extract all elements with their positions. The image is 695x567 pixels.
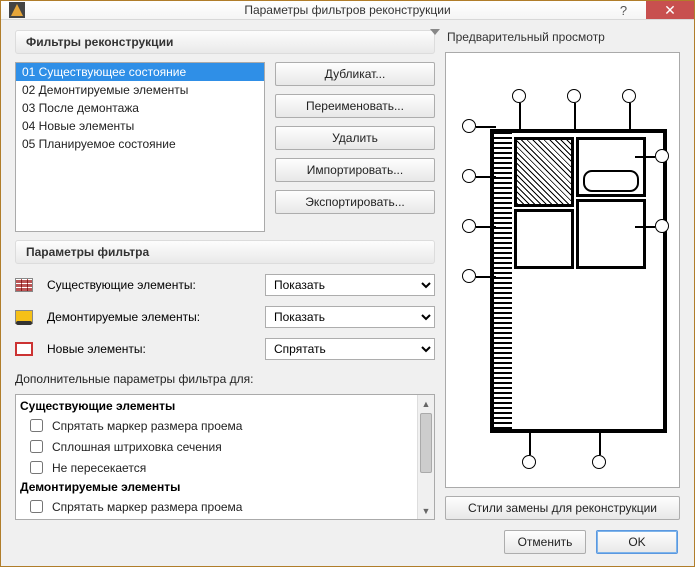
new-icon xyxy=(15,342,33,356)
extra-option-label: Не пересекается xyxy=(52,461,146,475)
demolished-select[interactable]: ПоказатьСпрятатьПереопределить xyxy=(265,306,435,328)
dialog-body: Фильтры реконструкции 01 Существующее со… xyxy=(1,20,694,566)
param-grid: Существующие элементы: ПоказатьСпрятатьП… xyxy=(15,274,435,360)
preview-label: Предварительный просмотр xyxy=(445,30,680,44)
window-controls: ? ✕ xyxy=(601,1,694,19)
duplicate-button[interactable]: Дубликат... xyxy=(275,62,435,86)
new-select[interactable]: ПоказатьСпрятатьПереопределить xyxy=(265,338,435,360)
cancel-button[interactable]: Отменить xyxy=(504,530,586,554)
filter-list-item[interactable]: 05 Планируемое состояние xyxy=(16,135,264,153)
scroll-thumb[interactable] xyxy=(420,413,432,473)
demolished-label: Демонтируемые элементы: xyxy=(47,310,257,324)
titlebar: Параметры фильтров реконструкции ? ✕ xyxy=(1,1,694,20)
existing-icon xyxy=(15,278,33,292)
app-icon xyxy=(9,2,25,18)
filters-row: 01 Существующее состояние02 Демонтируемы… xyxy=(15,62,435,232)
ok-button[interactable]: OK xyxy=(596,530,678,554)
extra-option-label: Спрятать маркер размера проема xyxy=(52,500,242,514)
extra-option-checkbox[interactable] xyxy=(30,440,43,453)
floorplan-graphic xyxy=(452,59,673,481)
extra-header: Дополнительные параметры фильтра для: xyxy=(15,372,435,386)
filter-buttons-column: Дубликат... Переименовать... Удалить Имп… xyxy=(275,62,435,232)
help-button[interactable]: ? xyxy=(601,1,646,19)
filter-list-item[interactable]: 02 Демонтируемые элементы xyxy=(16,81,264,99)
import-button[interactable]: Импортировать... xyxy=(275,158,435,182)
existing-label: Существующие элементы: xyxy=(47,278,257,292)
extra-option[interactable]: Не пересекается xyxy=(20,457,430,478)
filter-list[interactable]: 01 Существующее состояние02 Демонтируемы… xyxy=(15,62,265,232)
export-button[interactable]: Экспортировать... xyxy=(275,190,435,214)
override-styles-button[interactable]: Стили замены для реконструкции xyxy=(445,496,680,520)
delete-button[interactable]: Удалить xyxy=(275,126,435,150)
extra-option-checkbox[interactable] xyxy=(30,419,43,432)
group-header-filters: Фильтры реконструкции xyxy=(15,30,435,54)
existing-select[interactable]: ПоказатьСпрятатьПереопределить xyxy=(265,274,435,296)
extra-section-title: Существующие элементы xyxy=(20,397,430,415)
right-column: Предварительный просмотр xyxy=(445,30,680,520)
filter-list-item[interactable]: 03 После демонтажа xyxy=(16,99,264,117)
left-column: Фильтры реконструкции 01 Существующее со… xyxy=(15,30,435,520)
scroll-down-icon[interactable]: ▼ xyxy=(418,502,434,519)
extra-option-label: Сплошная штриховка сечения xyxy=(52,440,222,454)
scroll-up-icon[interactable]: ▲ xyxy=(418,395,434,412)
upper-area: Фильтры реконструкции 01 Существующее со… xyxy=(15,30,680,520)
extra-option[interactable]: Спрятать маркер размера проема xyxy=(20,496,430,517)
scrollbar[interactable]: ▲ ▼ xyxy=(417,395,434,519)
footer: Отменить OK xyxy=(15,526,680,554)
extra-option-label: Спрятать маркер размера проема xyxy=(52,419,242,433)
window-title: Параметры фильтров реконструкции xyxy=(1,3,694,17)
filter-list-item[interactable]: 01 Существующее состояние xyxy=(16,63,264,81)
extra-option-checkbox[interactable] xyxy=(30,461,43,474)
new-label: Новые элементы: xyxy=(47,342,257,356)
dialog-window: Параметры фильтров реконструкции ? ✕ Фил… xyxy=(0,0,695,567)
extra-section-title: Демонтируемые элементы xyxy=(20,478,430,496)
rename-button[interactable]: Переименовать... xyxy=(275,94,435,118)
preview-pane xyxy=(445,52,680,488)
extra-option[interactable]: Спрятать маркер размера проема xyxy=(20,415,430,436)
extra-option[interactable]: Сплошная штриховка сечения xyxy=(20,436,430,457)
filter-list-item[interactable]: 04 Новые элементы xyxy=(16,117,264,135)
extra-option-checkbox[interactable] xyxy=(30,500,43,513)
demolished-icon xyxy=(15,310,33,324)
group-header-params: Параметры фильтра xyxy=(15,240,435,264)
close-button[interactable]: ✕ xyxy=(646,1,694,19)
extra-options-box[interactable]: Существующие элементы Спрятать маркер раз… xyxy=(15,394,435,520)
